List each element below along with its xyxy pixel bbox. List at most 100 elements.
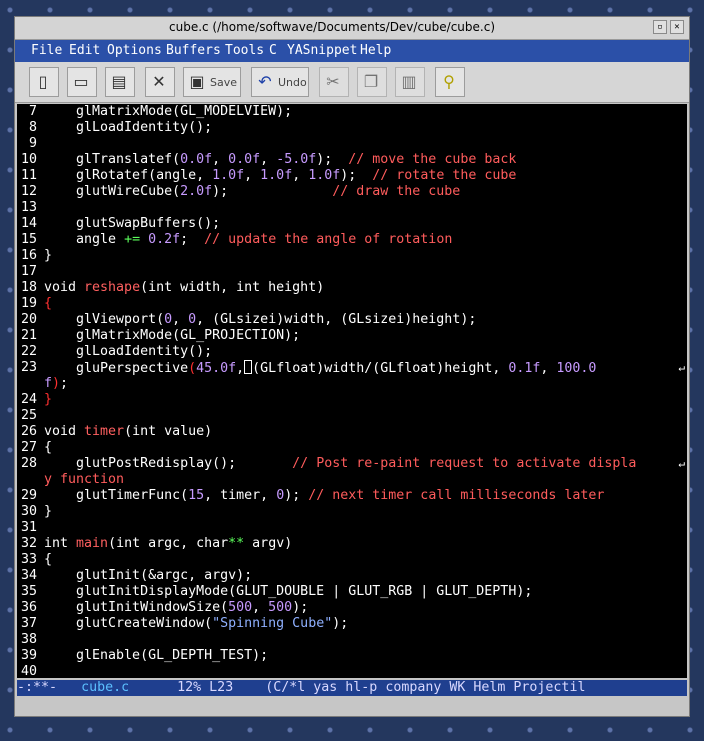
line-number: 14 (20, 216, 37, 231)
line-code[interactable]: glutInit(&argc, argv); (44, 568, 252, 584)
line-code[interactable]: glutSwapBuffers(); (44, 216, 220, 232)
line-code[interactable]: { (44, 296, 52, 312)
line-code[interactable]: glMatrixMode(GL_MODELVIEW); (44, 104, 292, 120)
line-code[interactable]: glViewport(0, 0, (GLsizei)width, (GLsize… (44, 312, 476, 328)
open-folder-button[interactable]: ▭ (67, 67, 97, 97)
code-line[interactable]: 34 glutInit(&argc, argv); (17, 568, 687, 584)
modeline-modes[interactable]: (C/*l yas hl-p company WK Helm Projectil (265, 680, 585, 695)
menu-tools[interactable]: Tools (225, 43, 264, 58)
code-line[interactable]: 38 (17, 632, 687, 648)
code-line[interactable]: 39 glEnable(GL_DEPTH_TEST); (17, 648, 687, 664)
code-line[interactable]: 31 (17, 520, 687, 536)
code-line[interactable]: 12 glutWireCube(2.0f); // draw the cube (17, 184, 687, 200)
menu-file[interactable]: File (31, 43, 62, 58)
line-code[interactable]: glutInitDisplayMode(GLUT_DOUBLE | GLUT_R… (44, 584, 532, 600)
code-line[interactable]: 27 { (17, 440, 687, 456)
line-number: 30 (20, 504, 37, 519)
code-line[interactable]: 28 glutPostRedisplay(); // Post re-paint… (17, 456, 687, 472)
code-line[interactable]: 36 glutInitWindowSize(500, 500); (17, 600, 687, 616)
code-line[interactable]: 40 (17, 664, 687, 678)
code-line[interactable]: 29 glutTimerFunc(15, timer, 0); // next … (17, 488, 687, 504)
directory-icon: ▤ (111, 72, 127, 91)
line-code[interactable]: { (44, 440, 52, 456)
line-code[interactable]: glLoadIdentity(); (44, 120, 212, 136)
menu-edit[interactable]: Edit (69, 43, 100, 58)
menu-options[interactable]: Options (107, 43, 162, 58)
line-code[interactable]: glLoadIdentity(); (44, 344, 212, 360)
line-code[interactable]: angle += 0.2f; // update the angle of ro… (44, 232, 452, 248)
code-line[interactable]: 18 void reshape(int width, int height) (17, 280, 687, 296)
paste-icon: ▥ (401, 72, 417, 91)
line-number: 23 (20, 360, 37, 375)
undo-button[interactable]: ↶ Undo (251, 67, 309, 97)
code-line[interactable]: 8 glLoadIdentity(); (17, 120, 687, 136)
line-code[interactable]: void reshape(int width, int height) (44, 280, 324, 296)
line-code[interactable]: } (44, 504, 52, 520)
code-editor[interactable]: 7 glMatrixMode(GL_MODELVIEW); 8 glLoadIde… (17, 104, 687, 678)
dired-button[interactable]: ▤ (105, 67, 135, 97)
code-line[interactable]: 32 int main(int argc, char** argv) (17, 536, 687, 552)
line-code[interactable]: y function (44, 472, 124, 488)
line-code[interactable]: glEnable(GL_DEPTH_TEST); (44, 648, 268, 664)
code-line[interactable]: 10 glTranslatef(0.0f, 0.0f, -5.0f); // m… (17, 152, 687, 168)
line-number: 20 (20, 312, 37, 327)
title-bar[interactable]: cube.c (/home/softwave/Documents/Dev/cub… (15, 17, 689, 40)
menu-yasnippet[interactable]: YASnippet (287, 43, 357, 58)
menu-c[interactable]: C (269, 43, 277, 58)
paste-button[interactable]: ▥ (395, 67, 425, 97)
line-code[interactable]: { (44, 552, 52, 568)
code-line[interactable]: 35 glutInitDisplayMode(GLUT_DOUBLE | GLU… (17, 584, 687, 600)
line-code[interactable]: glutWireCube(2.0f); // draw the cube (44, 184, 460, 200)
line-number: 28 (20, 456, 37, 471)
code-line[interactable]: 20 glViewport(0, 0, (GLsizei)width, (GLs… (17, 312, 687, 328)
menu-buffers[interactable]: Buffers (166, 43, 221, 58)
code-line[interactable]: 19 { (17, 296, 687, 312)
line-code[interactable]: glutPostRedisplay(); // Post re-paint re… (44, 456, 636, 472)
menu-help[interactable]: Help (360, 43, 391, 58)
line-number: 38 (20, 632, 37, 647)
line-code[interactable]: glutInitWindowSize(500, 500); (44, 600, 308, 616)
line-number: 35 (20, 584, 37, 599)
code-line[interactable]: 23 gluPerspective(45.0f, (GLfloat)width/(… (17, 360, 687, 376)
new-file-button[interactable]: ▯ (29, 67, 59, 97)
copy-button[interactable]: ❐ (357, 67, 387, 97)
code-line[interactable]: 24} (17, 392, 687, 408)
code-line[interactable]: 13 (17, 200, 687, 216)
cut-button[interactable]: ✂ (319, 67, 349, 97)
line-code[interactable]: glutCreateWindow("Spinning Cube"); (44, 616, 348, 632)
code-line[interactable]: 30} (17, 504, 687, 520)
line-code[interactable]: glTranslatef(0.0f, 0.0f, -5.0f); // move… (44, 152, 516, 168)
code-line[interactable]: 33 { (17, 552, 687, 568)
line-code[interactable]: } (44, 248, 52, 264)
code-line[interactable]: 22 glLoadIdentity(); (17, 344, 687, 360)
code-line[interactable]: 9 (17, 136, 687, 152)
code-line[interactable]: 11 glRotatef(angle, 1.0f, 1.0f, 1.0f); /… (17, 168, 687, 184)
code-line[interactable]: 37 glutCreateWindow("Spinning Cube"); (17, 616, 687, 632)
code-line[interactable]: 16} (17, 248, 687, 264)
line-code[interactable]: glMatrixMode(GL_PROJECTION); (44, 328, 300, 344)
code-line[interactable]: 15 angle += 0.2f; // update the angle of… (17, 232, 687, 248)
code-line[interactable]: f); (17, 376, 687, 392)
line-code[interactable]: glutTimerFunc(15, timer, 0); // next tim… (44, 488, 604, 504)
line-code[interactable]: } (44, 392, 52, 408)
line-code[interactable]: gluPerspective(45.0f, (GLfloat)width/(GLf… (44, 360, 596, 377)
close-button[interactable]: ✕ (670, 20, 684, 34)
line-code[interactable]: int main(int argc, char** argv) (44, 536, 292, 552)
code-line[interactable]: 17 (17, 264, 687, 280)
line-code[interactable]: void timer(int value) (44, 424, 212, 440)
line-code[interactable]: f); (44, 376, 68, 392)
code-line[interactable]: y function (17, 472, 687, 488)
code-line[interactable]: 14 glutSwapBuffers(); (17, 216, 687, 232)
line-number: 18 (20, 280, 37, 295)
kill-buffer-button[interactable]: ✕ (145, 67, 175, 97)
save-button[interactable]: ▣ Save (183, 67, 241, 97)
code-line[interactable]: 25 (17, 408, 687, 424)
line-code[interactable]: glRotatef(angle, 1.0f, 1.0f, 1.0f); // r… (44, 168, 516, 184)
code-line[interactable]: 21 glMatrixMode(GL_PROJECTION); (17, 328, 687, 344)
minimize-button[interactable]: ▫ (653, 20, 667, 34)
code-line[interactable]: 26 void timer(int value) (17, 424, 687, 440)
search-button[interactable]: ⚲ (435, 67, 465, 97)
wrap-arrow-icon: ↵ (678, 361, 685, 374)
modeline-buffer[interactable]: cube.c (81, 680, 129, 695)
code-line[interactable]: 7 glMatrixMode(GL_MODELVIEW); (17, 104, 687, 120)
